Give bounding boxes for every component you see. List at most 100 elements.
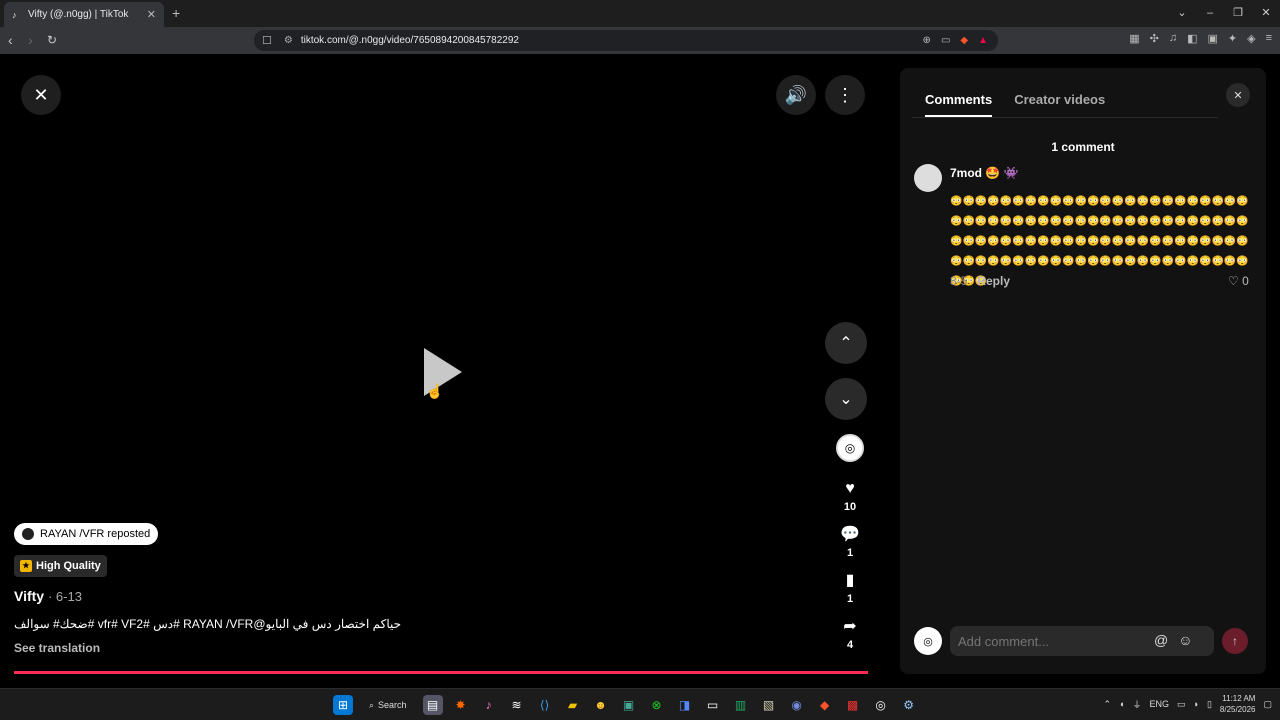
next-video-button[interactable]: ⌄ (825, 378, 867, 420)
reposter-avatar (22, 528, 34, 540)
save-count: 1 (846, 593, 854, 605)
video-progress-bar[interactable] (14, 671, 868, 674)
app-icon[interactable]: ◨ (675, 695, 695, 715)
like-button[interactable]: ♥ 10 (830, 480, 870, 513)
volume-icon[interactable]: ◗ (1194, 699, 1199, 709)
star-icon: ★ (20, 560, 32, 572)
see-translation-link[interactable]: See translation (14, 641, 100, 655)
store-icon[interactable]: ▣ (619, 695, 639, 715)
cast-icon[interactable]: ▭ (941, 35, 950, 46)
leo-icon[interactable]: ✦ (1228, 32, 1237, 45)
close-window-button[interactable]: ✕ (1252, 0, 1280, 27)
comment-date: 8-5 (950, 274, 968, 288)
music-icon[interactable]: ♫ (1169, 32, 1177, 45)
repost-badge[interactable]: RAYAN /VFR reposted (14, 523, 159, 545)
video-player[interactable]: ✕ 🔊 ⋮ ☝ ⌃ ⌄ ◎ ♥ 10 💬 1 ▮ 1 ➦ 4 RAYAN /VF… (0, 54, 900, 680)
tab-comments[interactable]: Comments (925, 92, 993, 117)
tab-creator-videos[interactable]: Creator videos (1014, 92, 1105, 117)
user-avatar[interactable]: ◎ (914, 627, 942, 655)
like-count: 10 (843, 501, 857, 513)
share-arrow-icon: ➦ (843, 618, 857, 635)
taskbar-search[interactable]: ⌕ Search (361, 695, 415, 715)
commenter-username[interactable]: 7mod 🤩 👾 (950, 166, 1019, 180)
comment-count: 1 (846, 547, 854, 559)
chevron-up-icon[interactable]: ⌃ (1103, 699, 1111, 710)
steam-icon[interactable]: ⚙ (899, 695, 919, 715)
brave-shield-icon[interactable]: ◆ (960, 35, 968, 46)
send-button[interactable]: ↑ (1222, 628, 1248, 654)
clock[interactable]: 11:12 AM 8/25/2026 (1220, 693, 1256, 715)
author-name[interactable]: Vifty (14, 588, 44, 604)
battery-icon[interactable]: ▯ (1207, 699, 1212, 710)
file-explorer-icon[interactable]: ▰ (563, 695, 583, 715)
url-text[interactable]: tiktok.com/@.n0gg/video/7650894200845782… (301, 35, 923, 46)
mention-icon[interactable]: @ (1154, 632, 1168, 648)
previous-video-button[interactable]: ⌃ (825, 322, 867, 364)
app-icon[interactable]: ☻ (591, 695, 611, 715)
browser-tab-bar: ♪ Vifty (@.n0gg) | TikTok ✕ + ⌄ – ❐ ✕ (0, 0, 1280, 27)
menu-icon[interactable]: ≡ (1266, 32, 1272, 45)
comment-bubble-icon: 💬 (840, 526, 860, 543)
browser-tab[interactable]: ♪ Vifty (@.n0gg) | TikTok ✕ (4, 2, 164, 27)
zoom-icon[interactable]: ⊕ (923, 35, 931, 46)
speaker-icon[interactable]: ◖ (1119, 699, 1124, 709)
terminal-icon[interactable]: ▭ (703, 695, 723, 715)
github-icon[interactable]: ◎ (871, 695, 891, 715)
bookmark-icon[interactable]: ☐ (262, 34, 272, 47)
vpn-icon[interactable]: ◈ (1247, 32, 1255, 45)
notepad-icon[interactable]: ▧ (759, 695, 779, 715)
progress-fill (14, 671, 868, 674)
heart-icon: ♥ (845, 480, 855, 497)
notification-icon[interactable]: ▢ (1263, 699, 1272, 710)
emoji-icon[interactable]: ☺ (1178, 632, 1192, 648)
app-icon[interactable]: ✸ (451, 695, 471, 715)
close-video-button[interactable]: ✕ (21, 75, 61, 115)
clock-time: 11:12 AM (1222, 694, 1256, 703)
task-view-icon[interactable]: ▤ (422, 695, 443, 715)
network-icon[interactable]: ▭ (1177, 699, 1186, 710)
app-icon[interactable]: ≋ (507, 695, 527, 715)
maximize-button[interactable]: ❐ (1224, 0, 1252, 27)
back-button[interactable]: ‹ (8, 32, 13, 48)
brave-browser-icon[interactable]: ◆ (815, 695, 835, 715)
brave-rewards-icon[interactable]: ▲ (978, 35, 988, 46)
windows-taskbar: ⊞ ⌕ Search ▤ ✸ ♪ ≋ ⟨⟩ ▰ ☻ ▣ ⊗ ◨ ▭ ▥ ▧ ◉ … (0, 688, 1280, 720)
reload-button[interactable]: ↻ (47, 32, 57, 48)
window-controls: ⌄ – ❐ ✕ (1168, 0, 1280, 27)
start-menu-icon[interactable]: ⊞ (333, 695, 353, 715)
volume-button[interactable]: 🔊 (776, 75, 816, 115)
close-panel-button[interactable]: ✕ (1226, 83, 1250, 107)
comment-count-label: 1 comment (1051, 140, 1115, 154)
minimize-button[interactable]: – (1196, 0, 1224, 27)
address-bar[interactable]: ☐ ⚙ tiktok.com/@.n0gg/video/765089420084… (254, 30, 998, 51)
new-tab-button[interactable]: + (172, 5, 180, 21)
quality-label: High Quality (36, 560, 101, 572)
puzzle-icon[interactable]: ✣ (1150, 32, 1159, 45)
discord-icon[interactable]: ◉ (787, 695, 807, 715)
microphone-icon[interactable]: ⏚ (1132, 698, 1141, 711)
comment-button[interactable]: 💬 1 (830, 526, 870, 559)
language-indicator[interactable]: ENG (1149, 699, 1169, 709)
video-caption: ضحك# سوالف# vfr# VF2# دس# RAYAN /VFR@حيا… (14, 617, 402, 631)
forward-button[interactable]: › (28, 32, 33, 48)
creator-avatar[interactable]: ◎ (836, 434, 864, 462)
wallet-icon[interactable]: ▣ (1207, 32, 1217, 45)
app-icon[interactable]: ▥ (731, 695, 751, 715)
vscode-icon[interactable]: ⟨⟩ (535, 695, 555, 715)
site-info-icon[interactable]: ⚙ (284, 35, 293, 46)
save-button[interactable]: ▮ 1 (830, 572, 870, 605)
music-app-icon[interactable]: ♪ (479, 695, 499, 715)
reply-button[interactable]: Reply (977, 274, 1010, 288)
app-icon[interactable]: ▩ (843, 695, 863, 715)
share-button[interactable]: ➦ 4 (830, 618, 870, 651)
commenter-avatar[interactable] (914, 164, 942, 192)
comment-like-button[interactable]: ♡ 0 (1228, 274, 1249, 288)
post-date: · 6-13 (47, 589, 82, 604)
sidebar-icon[interactable]: ◧ (1187, 32, 1197, 45)
quality-badge[interactable]: ★ High Quality (14, 555, 107, 577)
xbox-icon[interactable]: ⊗ (647, 695, 667, 715)
more-options-button[interactable]: ⋮ (825, 75, 865, 115)
extension-icon[interactable]: ▦ (1129, 32, 1139, 45)
tab-search-icon[interactable]: ⌄ (1168, 0, 1196, 27)
tab-close-icon[interactable]: ✕ (147, 8, 156, 21)
